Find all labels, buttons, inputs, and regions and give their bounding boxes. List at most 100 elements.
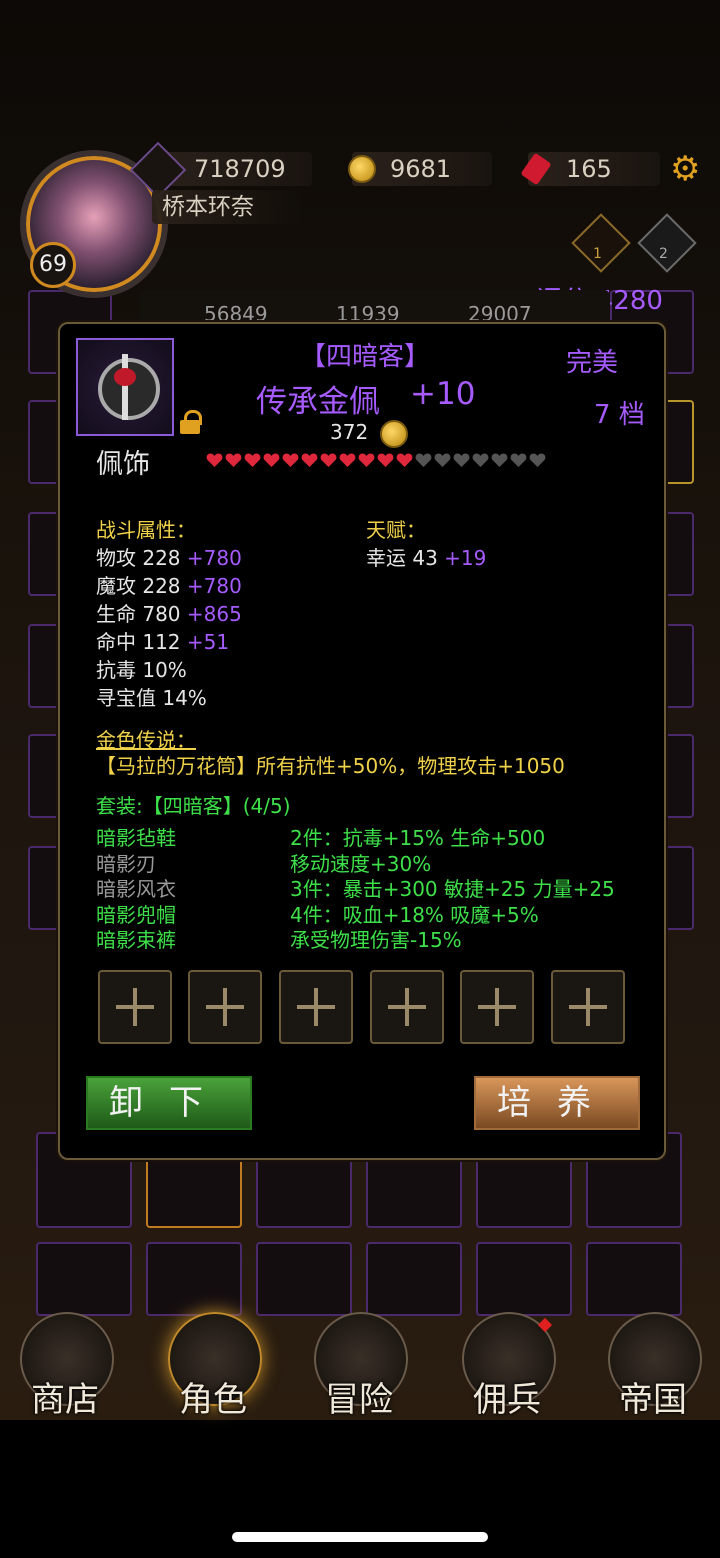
combat-stat-label: 抗毒 10% bbox=[96, 658, 187, 682]
player-name-bar: 桥本环奈 bbox=[152, 190, 302, 224]
heart-empty-icon bbox=[434, 452, 451, 468]
gem-socket-add-button[interactable] bbox=[279, 970, 353, 1044]
combat-stat-row: 物攻 228 +780 bbox=[96, 542, 242, 571]
combat-stat-row: 魔攻 228 +780 bbox=[96, 570, 242, 599]
player-name: 桥本环奈 bbox=[162, 194, 254, 220]
heart-filled-icon bbox=[358, 452, 375, 468]
inventory-slot[interactable] bbox=[256, 1242, 352, 1316]
stat-1-value: 56849 bbox=[204, 302, 268, 324]
nav-empire-label: 帝国 bbox=[619, 1380, 687, 1420]
combat-stats-title: 战斗属性： bbox=[96, 518, 196, 542]
nav-mercenary-label: 佣兵 bbox=[473, 1380, 541, 1420]
heart-filled-icon bbox=[339, 452, 356, 468]
item-quality: 完美 bbox=[566, 348, 619, 378]
heart-filled-icon bbox=[206, 452, 223, 468]
talent-label: 幸运 43 bbox=[366, 546, 438, 570]
nav-character-label: 角色 bbox=[179, 1380, 247, 1420]
stat-3-value: 29007 bbox=[468, 302, 532, 324]
combat-stat-bonus: +780 bbox=[186, 546, 242, 570]
gem-value: 165 bbox=[566, 155, 612, 183]
legend-title: 金色传说： bbox=[96, 728, 196, 752]
item-price: 372 bbox=[330, 420, 369, 444]
heart-empty-icon bbox=[453, 452, 470, 468]
item-set-name: 【四暗客】 bbox=[300, 342, 431, 372]
combat-stat-bonus: +780 bbox=[186, 574, 242, 598]
unlock-icon[interactable] bbox=[178, 410, 202, 434]
gem-display: 165 bbox=[520, 152, 660, 186]
heart-filled-icon bbox=[282, 452, 299, 468]
combat-stat-label: 魔攻 228 bbox=[96, 574, 181, 598]
heart-filled-icon bbox=[377, 452, 394, 468]
heart-filled-icon bbox=[301, 452, 318, 468]
talent-bonus: +19 bbox=[444, 546, 487, 570]
heart-empty-icon bbox=[415, 452, 432, 468]
combat-stat-row: 寻宝值 14% bbox=[96, 682, 207, 711]
combat-stat-label: 寻宝值 14% bbox=[96, 686, 207, 710]
inventory-slot[interactable] bbox=[36, 1242, 132, 1316]
item-icon-frame bbox=[76, 338, 174, 436]
heart-filled-icon bbox=[320, 452, 337, 468]
combat-stat-bonus: +865 bbox=[186, 602, 242, 626]
inventory-slot[interactable] bbox=[476, 1242, 572, 1316]
inventory-slot[interactable] bbox=[366, 1242, 462, 1316]
heart-empty-icon bbox=[510, 452, 527, 468]
inventory-slot[interactable] bbox=[586, 1242, 682, 1316]
inventory-slot[interactable] bbox=[146, 1242, 242, 1316]
combat-stat-bonus: +51 bbox=[186, 630, 230, 654]
gem-socket-add-button[interactable] bbox=[98, 970, 172, 1044]
combat-stat-label: 生命 780 bbox=[96, 602, 181, 626]
item-name: 传承金佩 bbox=[256, 384, 380, 420]
settings-gear-icon[interactable]: ⚙ bbox=[670, 152, 704, 186]
nav-character[interactable]: 角色 bbox=[158, 1312, 268, 1420]
item-detail-dialog: 【四暗客】 传承金佩 +10 372 完美 7 档 佩饰 战斗属性： 物攻 22… bbox=[58, 322, 666, 1160]
gold-coin-icon bbox=[348, 155, 376, 183]
heart-filled-icon bbox=[225, 452, 242, 468]
dagger-emblem-icon bbox=[122, 354, 128, 420]
gold-coin-icon bbox=[380, 420, 408, 448]
player-level-badge: 69 bbox=[30, 242, 76, 288]
set-details[interactable]: 暗影毡鞋 暗影刃 暗影风衣 暗影兜帽 暗影束裤 2件：抗毒+15% 生命+500 移动速度… bbox=[60, 822, 664, 954]
combat-stat-row: 命中 112 +51 bbox=[96, 626, 229, 655]
nav-shop[interactable]: 商店 bbox=[10, 1312, 120, 1420]
heart-empty-icon bbox=[491, 452, 508, 468]
combat-stat-label: 物攻 228 bbox=[96, 546, 181, 570]
heart-filled-icon bbox=[244, 452, 261, 468]
gem-socket-add-button[interactable] bbox=[551, 970, 625, 1044]
gem-socket-add-button[interactable] bbox=[460, 970, 534, 1044]
set-title: 套装:【四暗客】(4/5) bbox=[96, 794, 291, 818]
gold-display: 9681 bbox=[348, 152, 492, 186]
rank-badge-1-number: 1 bbox=[593, 246, 602, 262]
item-tier: 7 档 bbox=[594, 400, 645, 430]
rank-badge-2-number: 2 bbox=[659, 246, 668, 262]
nav-mercenary[interactable]: 佣兵 bbox=[452, 1312, 562, 1420]
legend-text: 【马拉的万花筒】所有抗性+50%，物理攻击+1050 bbox=[96, 754, 565, 778]
set-piece-name: 暗影束裤 bbox=[96, 928, 176, 952]
heart-filled-icon bbox=[263, 452, 280, 468]
talent-title: 天赋： bbox=[366, 518, 426, 542]
currency-1-display: 718709 bbox=[129, 141, 312, 199]
red-gem-icon bbox=[114, 368, 136, 386]
item-enhance-level: +10 bbox=[410, 376, 476, 412]
durability-hearts bbox=[206, 452, 548, 470]
unequip-button[interactable]: 卸下 bbox=[86, 1076, 252, 1130]
stat-2-value: 11939 bbox=[336, 302, 400, 324]
home-indicator[interactable] bbox=[232, 1532, 488, 1542]
heart-empty-icon bbox=[529, 452, 546, 468]
stats-strip: 56849 11939 29007 bbox=[140, 290, 610, 324]
upgrade-button[interactable]: 培养 bbox=[474, 1076, 640, 1130]
heart-empty-icon bbox=[472, 452, 489, 468]
nav-empire[interactable]: 帝国 bbox=[598, 1312, 708, 1420]
talent-row: 幸运 43 +19 bbox=[366, 542, 486, 571]
nav-shop-label: 商店 bbox=[31, 1380, 99, 1420]
gem-socket-add-button[interactable] bbox=[188, 970, 262, 1044]
combat-stat-row: 生命 780 +865 bbox=[96, 598, 242, 627]
combat-stat-row: 抗毒 10% bbox=[96, 654, 187, 683]
nav-adventure[interactable]: 冒险 bbox=[304, 1312, 414, 1420]
currency-1-value: 718709 bbox=[194, 155, 286, 183]
gold-value: 9681 bbox=[390, 155, 452, 183]
amulet-icon bbox=[98, 358, 160, 420]
item-slot-type: 佩饰 bbox=[96, 449, 150, 480]
heart-filled-icon bbox=[396, 452, 413, 468]
set-bonus-text: 承受物理伤害-15% bbox=[290, 928, 462, 952]
gem-socket-add-button[interactable] bbox=[370, 970, 444, 1044]
